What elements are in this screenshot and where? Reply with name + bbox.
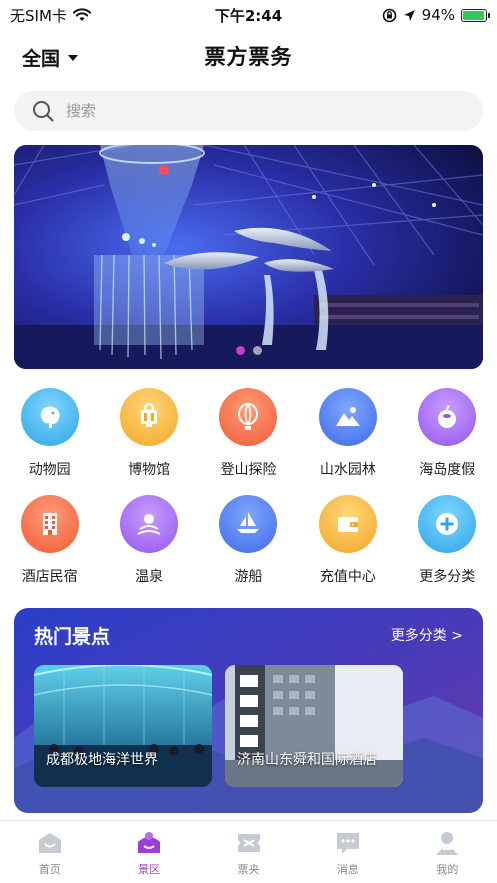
message-icon [336, 833, 359, 854]
category-hot-spring[interactable]: 温泉 [99, 495, 198, 586]
boat-icon [219, 495, 278, 553]
tab-label: 首页 [38, 863, 61, 876]
category-label: 更多分类 [419, 569, 476, 585]
location-arrow-icon [403, 9, 415, 21]
category-cruise[interactable]: 游船 [199, 495, 298, 586]
search-input[interactable] [66, 102, 426, 120]
bottom-tab-bar: 首页 景区 票夹 消息 我的 [0, 820, 497, 883]
category-hotel[interactable]: 酒店民宿 [0, 495, 99, 586]
banner-pagination [14, 346, 483, 355]
status-time: 下午2:44 [214, 6, 283, 25]
category-label: 山水园林 [319, 462, 376, 478]
tab-scenic[interactable]: 景区 [99, 821, 198, 883]
category-landscape-garden[interactable]: 山水园林 [298, 388, 397, 479]
category-label: 登山探险 [220, 462, 277, 478]
tab-label: 票夹 [237, 863, 260, 876]
ticket-icon [237, 834, 260, 852]
profile-icon [436, 832, 459, 855]
wallet-icon [318, 495, 377, 553]
category-museum[interactable]: 博物馆 [99, 388, 198, 479]
banner-dot[interactable] [252, 346, 262, 355]
category-label: 游船 [234, 569, 263, 585]
category-label: 充值中心 [319, 569, 376, 585]
museum-icon [120, 388, 179, 446]
caret-down-icon [68, 54, 79, 61]
attraction-name: 济南山东舜和国际酒店 [237, 752, 377, 768]
category-mountaineering[interactable]: 登山探险 [199, 388, 298, 479]
tab-label: 景区 [138, 863, 161, 876]
category-label: 温泉 [135, 569, 164, 585]
tab-profile[interactable]: 我的 [398, 821, 497, 883]
category-label: 动物园 [28, 462, 71, 478]
battery-icon [461, 8, 490, 22]
banner-dot[interactable] [235, 346, 245, 355]
hotel-icon [20, 495, 79, 553]
battery-fill [463, 10, 484, 20]
status-left: 无SIM卡 [10, 5, 180, 26]
coconut-icon [418, 388, 477, 446]
category-recharge-center[interactable]: 充值中心 [298, 495, 397, 586]
tab-home[interactable]: 首页 [0, 821, 99, 883]
elephant-icon [20, 388, 79, 446]
hot-air-balloon-icon [219, 388, 278, 446]
search-bar[interactable] [14, 91, 483, 131]
category-grid: 动物园 博物馆 登山探险 山水园林 海岛度假 酒店民宿 温泉 游船 充值中心 更… [0, 388, 497, 586]
hot-attractions-section: 热门景点 更多分类 > 成都极地海洋世界 济南山东舜和国际酒店 [14, 608, 483, 813]
rotation-lock-icon [382, 8, 396, 22]
home-icon [38, 833, 61, 853]
search-icon [33, 101, 54, 122]
category-label: 海岛度假 [419, 462, 476, 478]
status-right: 94% [317, 6, 490, 24]
region-selector[interactable]: 全国 [22, 44, 79, 71]
carrier-label: 无SIM卡 [10, 6, 67, 25]
category-island-vacation[interactable]: 海岛度假 [398, 388, 497, 479]
attraction-name: 成都极地海洋世界 [46, 752, 158, 768]
region-label: 全国 [22, 48, 61, 70]
wifi-icon [72, 8, 91, 21]
header: 全国 票方票务 [0, 36, 497, 76]
status-bar: 无SIM卡 下午2:44 94% [0, 0, 497, 30]
tab-label: 消息 [336, 863, 359, 876]
attraction-card[interactable]: 成都极地海洋世界 [34, 665, 212, 787]
attraction-card[interactable]: 济南山东舜和国际酒店 [225, 665, 403, 787]
mountain-icon [318, 388, 377, 446]
tab-ticket-wallet[interactable]: 票夹 [199, 821, 298, 883]
hot-section-title: 热门景点 [34, 626, 111, 648]
tab-label: 我的 [436, 863, 459, 876]
banner-carousel[interactable] [14, 145, 483, 369]
hot-spring-icon [120, 495, 179, 553]
category-label: 酒店民宿 [21, 569, 78, 585]
scenic-icon [138, 832, 161, 853]
category-label: 博物馆 [128, 462, 171, 478]
battery-percent: 94% [421, 6, 455, 24]
tab-messages[interactable]: 消息 [298, 821, 397, 883]
banner-image [14, 145, 483, 369]
hot-more-link[interactable]: 更多分类 > [391, 625, 463, 645]
category-more[interactable]: 更多分类 [398, 495, 497, 586]
category-zoo[interactable]: 动物园 [0, 388, 99, 479]
plus-icon [418, 495, 477, 553]
